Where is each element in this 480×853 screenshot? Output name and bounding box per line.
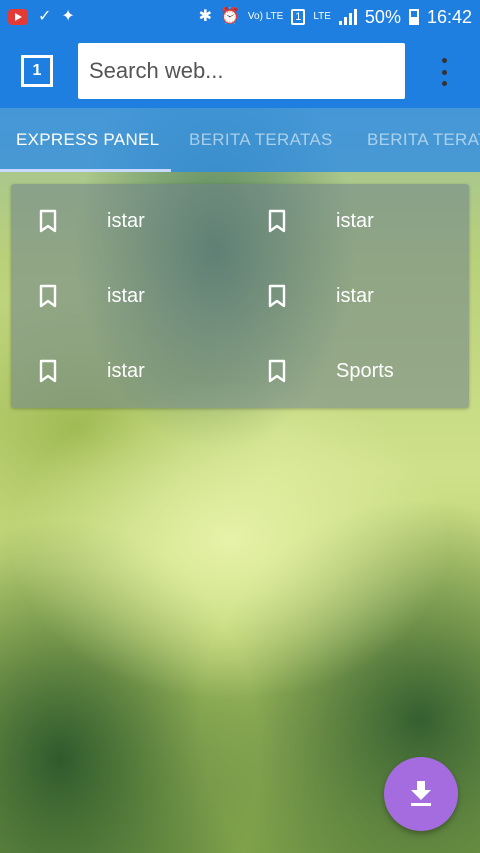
speed-dial-label: istar (336, 210, 374, 232)
bookmark-icon (268, 284, 286, 308)
speed-dial-label: istar (107, 360, 145, 382)
magic-wand-icon: ✦ (61, 8, 75, 25)
speed-dial-label: Sports (336, 360, 394, 382)
search-input[interactable]: Search web... (78, 43, 405, 99)
speed-dial-label: istar (107, 285, 145, 307)
tabs-button[interactable]: 1 (21, 55, 53, 87)
tab-berita-teratas-2[interactable]: BERITA TERATAS (367, 108, 480, 172)
speed-dial-item[interactable]: istar (11, 334, 240, 409)
speed-dial-label: istar (107, 210, 145, 232)
tab-count: 1 (32, 62, 42, 79)
sim-indicator: 1 (291, 9, 306, 25)
bookmark-icon (268, 209, 286, 233)
youtube-notification-icon (8, 9, 28, 25)
bookmark-icon (39, 359, 57, 383)
overflow-menu-icon[interactable] (437, 58, 451, 86)
alarm-icon: ⏰ (220, 8, 240, 25)
volte-indicator: Vo) LTE (247, 11, 284, 22)
download-icon (411, 781, 431, 806)
status-bar: ✓ ✦ ✱ ⏰ Vo) LTE 1 LTE 50% 16:42 (0, 0, 480, 34)
battery-percent: 50% (364, 6, 401, 27)
bookmark-icon (268, 359, 286, 383)
bookmark-icon (39, 284, 57, 308)
speed-dial-item[interactable]: istar (240, 184, 469, 259)
download-fab[interactable] (384, 757, 458, 831)
speed-dial-item[interactable]: istar (11, 184, 240, 259)
speed-dial-label: istar (336, 285, 374, 307)
tab-berita-teratas[interactable]: BERITA TERATAS (189, 108, 333, 172)
express-panel: istar istar istar istar istar Sports (11, 184, 469, 408)
download-done-icon: ✓ (38, 8, 52, 25)
search-placeholder: Search web... (89, 58, 224, 83)
speed-dial-item[interactable]: istar (240, 259, 469, 334)
browser-toolbar: 1 Search web... (0, 34, 480, 108)
network-type: LTE (313, 11, 331, 22)
bookmark-icon (39, 209, 57, 233)
clock: 16:42 (426, 6, 472, 27)
news-tabs: EXPRESS PANEL BERITA TERATAS BERITA TERA… (0, 108, 480, 172)
bluetooth-icon: ✱ (198, 8, 212, 25)
tab-express-panel[interactable]: EXPRESS PANEL (16, 108, 159, 172)
speed-dial-item[interactable]: istar (11, 259, 240, 334)
speed-dial-item[interactable]: Sports (240, 334, 469, 409)
battery-icon (408, 9, 419, 25)
active-tab-indicator (0, 169, 171, 172)
signal-strength-icon (338, 9, 357, 25)
